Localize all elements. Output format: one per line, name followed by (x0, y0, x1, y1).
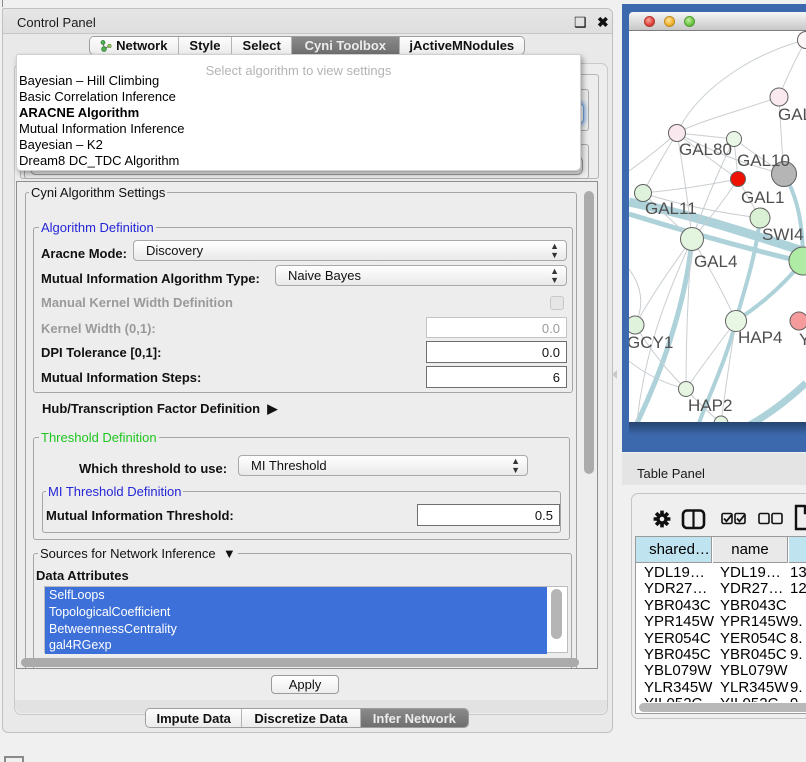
svg-text:GAL4: GAL4 (694, 252, 737, 271)
svg-text:GCY1: GCY1 (629, 333, 673, 352)
svg-text:YM: YM (799, 330, 806, 349)
svg-text:GAL10: GAL10 (737, 151, 790, 170)
svg-text:GAL2: GAL2 (778, 105, 806, 124)
svg-text:GAL80: GAL80 (679, 140, 732, 159)
svg-text:HAP4: HAP4 (738, 328, 782, 347)
svg-text:GAL1: GAL1 (741, 188, 784, 207)
svg-text:SWI4: SWI4 (762, 225, 804, 244)
svg-text:GAL11: GAL11 (645, 199, 697, 218)
svg-text:HAP2: HAP2 (688, 396, 732, 415)
